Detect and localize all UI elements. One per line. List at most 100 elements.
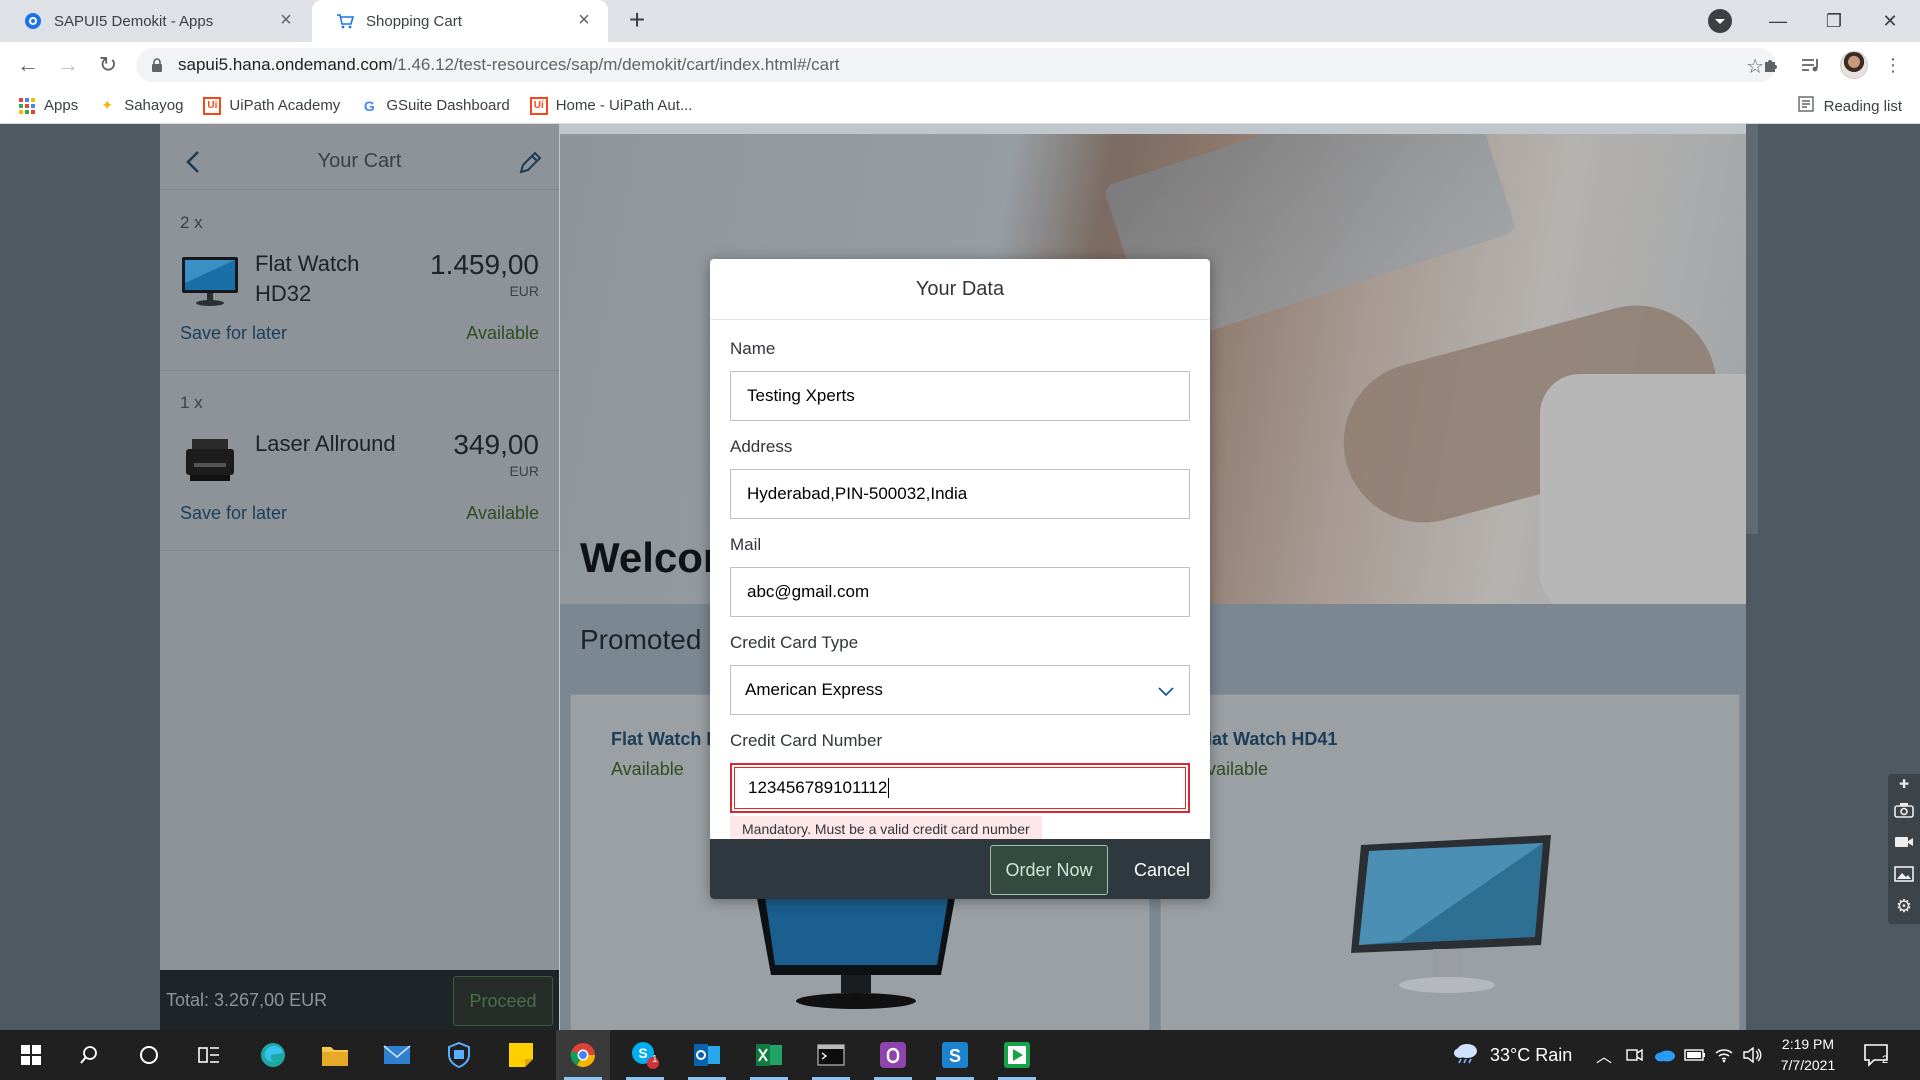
name-value: Testing Xperts: [747, 386, 855, 405]
cloud-rain-icon: [1452, 1042, 1480, 1069]
excel-icon[interactable]: [742, 1030, 796, 1080]
volume-icon[interactable]: [1742, 1030, 1762, 1080]
sleeve-illustration: [1540, 374, 1746, 604]
card-number-input[interactable]: 123456789101112: [730, 763, 1190, 813]
promoted-product-card[interactable]: lat Watch HD41 vailable: [1160, 694, 1740, 1030]
close-tab-icon[interactable]: ×: [574, 10, 594, 31]
your-data-dialog: Your Data Name Testing Xperts Address Hy…: [710, 259, 1210, 899]
bookmark-label: Apps: [44, 97, 79, 114]
edge-browser-icon[interactable]: [246, 1030, 300, 1080]
uipath-assistant-icon[interactable]: [866, 1030, 920, 1080]
tab-search-icon[interactable]: [1708, 9, 1732, 33]
item-quantity: 1 x: [180, 393, 203, 412]
restore-icon[interactable]: ❐: [1806, 0, 1862, 42]
tab-sapui5-demokit[interactable]: SAPUI5 Demokit - Apps ×: [0, 0, 310, 42]
product-status: vailable: [1207, 759, 1269, 779]
save-for-later-link[interactable]: Save for later: [180, 503, 287, 524]
mail-icon[interactable]: [370, 1030, 424, 1080]
order-now-button[interactable]: Order Now: [990, 845, 1108, 895]
video-camera-icon[interactable]: [1888, 826, 1920, 858]
uipath-studio-icon[interactable]: S: [928, 1030, 982, 1080]
bookmark-sahayog[interactable]: ✦ Sahayog: [98, 97, 183, 115]
wifi-icon[interactable]: [1714, 1030, 1734, 1080]
cart-total: Total: 3.267,00 EUR: [166, 989, 328, 1010]
address-value: Hyderabad,PIN-500032,India: [747, 484, 968, 503]
terminal-icon[interactable]: [804, 1030, 858, 1080]
cart-header: Your Cart: [160, 134, 559, 190]
bookmark-uipath-home[interactable]: Ui Home - UiPath Aut...: [529, 96, 692, 115]
uipath-robot-icon[interactable]: [990, 1030, 1044, 1080]
edit-pencil-icon[interactable]: [515, 146, 543, 178]
meet-now-icon[interactable]: [1626, 1030, 1644, 1080]
back-chevron-icon[interactable]: [180, 146, 208, 178]
search-icon[interactable]: [62, 1030, 116, 1080]
address-input[interactable]: Hyderabad,PIN-500032,India: [730, 469, 1190, 519]
product-name-link[interactable]: Flat Watch H: [611, 729, 719, 750]
google-icon: G: [363, 97, 375, 114]
pin-icon[interactable]: ✚: [1888, 774, 1920, 794]
show-hidden-icons-chevron-icon[interactable]: ︿: [1596, 1030, 1612, 1080]
system-clock[interactable]: 2:19 PM 7/7/2021: [1768, 1034, 1848, 1076]
cart-item[interactable]: 2 x Flat Watch HD32 1.459,00 EUR Save fo…: [160, 191, 559, 371]
new-tab-button[interactable]: +: [622, 6, 652, 36]
profile-avatar[interactable]: [1840, 51, 1868, 79]
task-view-icon[interactable]: [182, 1030, 236, 1080]
sticky-notes-icon[interactable]: [494, 1030, 548, 1080]
proceed-button[interactable]: Proceed: [453, 976, 553, 1026]
cortana-icon[interactable]: [122, 1030, 176, 1080]
gallery-icon[interactable]: [1888, 858, 1920, 890]
card-type-value: American Express: [745, 680, 883, 699]
cancel-button[interactable]: Cancel: [1118, 845, 1206, 895]
close-tab-icon[interactable]: ×: [276, 10, 296, 31]
notification-count: 2: [1882, 1054, 1889, 1066]
onedrive-cloud-icon[interactable]: [1654, 1030, 1676, 1080]
item-currency: EUR: [509, 463, 539, 479]
chrome-icon[interactable]: [556, 1030, 610, 1080]
reload-icon[interactable]: ↻: [94, 51, 122, 79]
promoted-heading: Promoted: [580, 624, 702, 655]
lock-icon: [150, 57, 164, 73]
bookmark-label: GSuite Dashboard: [386, 97, 510, 114]
media-queue-icon[interactable]: [1798, 52, 1824, 78]
bookmarks-bar: Apps ✦ Sahayog Ui UiPath Academy G GSuit…: [0, 88, 1920, 124]
menu-kebab-icon[interactable]: ⋮: [1880, 52, 1906, 78]
reading-list-button[interactable]: Reading list: [1797, 96, 1902, 116]
close-window-icon[interactable]: ✕: [1862, 0, 1918, 42]
extensions-puzzle-icon[interactable]: [1758, 52, 1784, 78]
mail-input[interactable]: abc@gmail.com: [730, 567, 1190, 617]
cart-item[interactable]: 1 x Laser Allround 349,00 EUR Save for l…: [160, 371, 559, 551]
tab-shopping-cart[interactable]: Shopping Cart ×: [312, 0, 608, 42]
outlook-icon[interactable]: [680, 1030, 734, 1080]
bookmark-apps[interactable]: Apps: [18, 97, 78, 115]
item-status: Available: [466, 323, 539, 343]
file-explorer-icon[interactable]: [308, 1030, 362, 1080]
item-currency: EUR: [509, 283, 539, 299]
printer-thumbnail: [180, 433, 240, 489]
weather-text: 33°C Rain: [1490, 1044, 1573, 1065]
battery-icon[interactable]: [1684, 1030, 1706, 1080]
bookmark-uipath-academy[interactable]: Ui UiPath Academy: [203, 96, 340, 115]
camera-icon[interactable]: [1888, 794, 1920, 826]
minimize-icon[interactable]: —: [1750, 0, 1806, 42]
weather-widget[interactable]: 33°C Rain: [1452, 1030, 1572, 1080]
mail-value: abc@gmail.com: [747, 582, 870, 601]
capture-toolbar: ✚ ⚙: [1888, 774, 1920, 924]
settings-gear-icon[interactable]: ⚙: [1888, 890, 1920, 922]
chevron-down-icon[interactable]: [1157, 682, 1175, 700]
notification-center-icon[interactable]: 2: [1862, 1040, 1892, 1070]
item-price: 349,00: [453, 429, 539, 460]
skype-icon[interactable]: S 1: [618, 1030, 672, 1080]
dialog-title: Your Data: [710, 259, 1210, 320]
forward-arrow-icon[interactable]: →: [54, 51, 82, 79]
security-shield-icon[interactable]: [432, 1030, 486, 1080]
save-for-later-link[interactable]: Save for later: [180, 323, 287, 344]
address-bar[interactable]: sapui5.hana.ondemand.com/1.46.12/test-re…: [136, 48, 1776, 82]
card-type-select[interactable]: American Express: [730, 665, 1190, 715]
card-number-value: 123456789101112: [748, 778, 888, 797]
product-name-link[interactable]: lat Watch HD41: [1207, 729, 1337, 750]
page-scrollbar[interactable]: [1746, 124, 1758, 534]
back-arrow-icon[interactable]: ←: [14, 51, 42, 79]
windows-start-icon[interactable]: [4, 1030, 58, 1080]
name-input[interactable]: Testing Xperts: [730, 371, 1190, 421]
bookmark-gsuite[interactable]: G GSuite Dashboard: [360, 97, 510, 115]
